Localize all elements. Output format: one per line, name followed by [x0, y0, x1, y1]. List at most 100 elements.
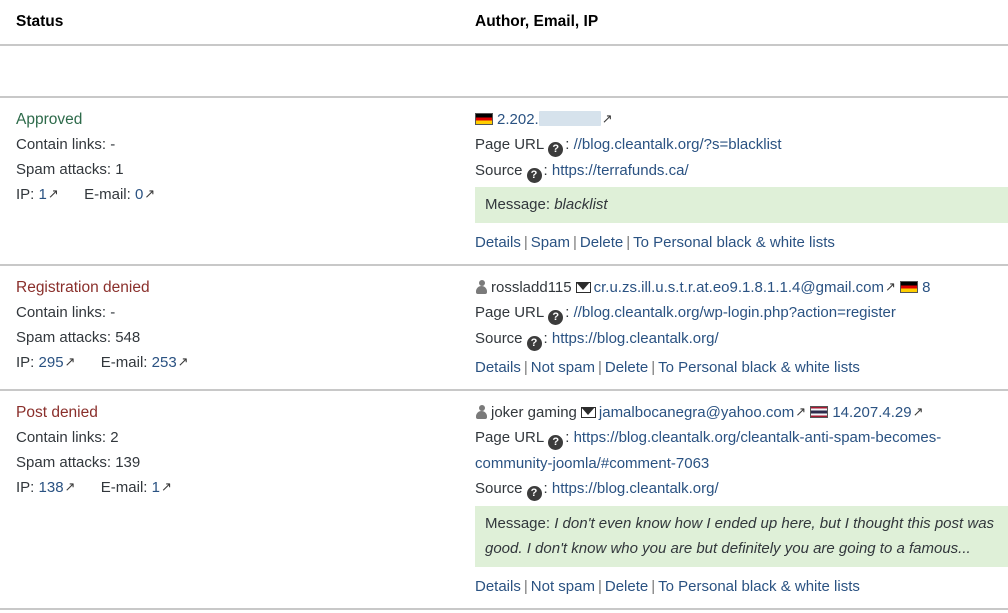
empty-cell-status — [0, 45, 465, 98]
country-flag-icon — [810, 406, 829, 418]
spam-attacks-line: Spam attacks: 548 — [16, 325, 465, 350]
email-count-link[interactable]: 1 — [152, 479, 160, 496]
envelope-icon — [580, 407, 596, 418]
table-row: Approved Contain links: - Spam attacks: … — [0, 97, 1008, 266]
external-link-icon: ↗ — [177, 354, 189, 369]
row-actions: Details | Spam | Delete | To Personal black & … — [475, 226, 1008, 255]
colon: : — [565, 304, 570, 321]
action-personal-lists[interactable]: To Personal black & white lists — [658, 578, 860, 595]
action-spam[interactable]: Spam — [531, 234, 570, 251]
author-email-link[interactable]: jamalbocanegra@yahoo.com — [599, 404, 794, 421]
spam-log-table: Status Author, Email, IP Approved Contai… — [0, 0, 1008, 610]
spam-attacks-value: 139 — [115, 454, 141, 471]
help-icon[interactable]: ? — [548, 435, 564, 450]
row-actions: Details | Not spam | Delete | To Personal blac… — [475, 570, 1008, 599]
ip-count-link[interactable]: 295 — [39, 354, 64, 371]
status-label: Registration denied — [16, 279, 150, 296]
author-identity-line: 2.202. ↗ — [475, 107, 1008, 132]
contain-links-label: Contain links: — [16, 304, 107, 321]
status-badge: Approved — [16, 107, 465, 132]
message-box: Message: blacklist — [475, 187, 1008, 223]
column-header-status: Status — [0, 0, 465, 46]
help-icon[interactable]: ? — [526, 486, 542, 501]
email-count-label: E-mail: — [84, 186, 131, 203]
source-url-link[interactable]: https://terrafunds.ca/ — [552, 162, 689, 179]
row-actions: Details | Not spam | Delete | To Personal blac… — [475, 351, 1008, 380]
email-count-link[interactable]: 0 — [135, 186, 143, 203]
help-icon[interactable]: ? — [548, 310, 564, 325]
contain-links-line: Contain links: - — [16, 132, 465, 157]
action-delete[interactable]: Delete — [580, 234, 623, 251]
action-not-spam[interactable]: Not spam — [531, 578, 595, 595]
action-divider: | — [523, 234, 528, 251]
page-url-link[interactable]: https://blog.cleantalk.org/cleantalk-ant… — [475, 429, 941, 472]
person-icon — [475, 405, 488, 419]
action-delete[interactable]: Delete — [605, 359, 648, 376]
help-icon[interactable]: ? — [526, 335, 542, 351]
page-url-line: Page URL?: //blog.cleantalk.org/wp-login… — [475, 300, 1008, 326]
status-badge: Post denied — [16, 400, 465, 425]
contain-links-value: - — [110, 136, 116, 153]
page-url-link[interactable]: //blog.cleantalk.org/wp-login.php?action… — [574, 304, 896, 321]
ip-count-label: IP: — [16, 186, 35, 203]
author-name: rossladd115 — [491, 279, 572, 296]
external-link-icon: ↗ — [47, 186, 59, 201]
action-details[interactable]: Details — [475, 359, 521, 376]
table-header: Status Author, Email, IP — [0, 0, 1008, 46]
action-details[interactable]: Details — [475, 578, 521, 595]
message-label: Message: — [485, 196, 551, 213]
action-divider: | — [597, 577, 602, 595]
status-label: Approved — [16, 111, 83, 128]
column-header-author: Author, Email, IP — [465, 0, 1008, 46]
ip-email-counts-line: IP: 1↗ E-mail: 0↗ — [16, 182, 465, 207]
ip-email-counts-line: IP: 138↗ E-mail: 1↗ — [16, 475, 465, 500]
action-personal-lists[interactable]: To Personal black & white lists — [633, 234, 835, 251]
action-divider: | — [523, 577, 528, 595]
author-cell: 2.202. ↗ Page URL?: //blog.cleantalk.org/… — [465, 97, 1008, 266]
action-personal-lists[interactable]: To Personal black & white lists — [658, 359, 860, 376]
ip-email-counts-line: IP: 295↗ E-mail: 253↗ — [16, 350, 465, 375]
status-cell: Post denied Contain links: 2 Spam attack… — [0, 390, 465, 610]
source-label: Source — [475, 329, 523, 347]
external-link-icon: ↗ — [601, 111, 613, 126]
colon: : — [543, 329, 548, 347]
email-count-label: E-mail: — [100, 479, 148, 496]
help-icon[interactable]: ? — [526, 167, 542, 183]
source-label: Source — [475, 161, 523, 179]
source-line: Source?: https://terrafunds.ca/ — [475, 158, 1008, 184]
action-divider: | — [523, 359, 528, 376]
empty-row — [0, 45, 1008, 98]
author-cell: joker gaming jamalbocanegra@yahoo.com↗ 14… — [465, 390, 1008, 610]
country-flag-icon — [475, 113, 493, 125]
ip-address-link[interactable]: 2.202. — [497, 111, 539, 128]
page-url-label: Page URL — [475, 429, 545, 446]
author-identity-line: joker gaming jamalbocanegra@yahoo.com↗ 14… — [475, 400, 1008, 425]
page-url-link[interactable]: //blog.cleantalk.org/?s=blacklist — [574, 136, 782, 153]
action-details[interactable]: Details — [475, 234, 521, 251]
source-url-link[interactable]: https://blog.cleantalk.org/ — [552, 480, 719, 497]
external-link-icon: ↗ — [64, 479, 76, 494]
colon: : — [565, 136, 570, 153]
page-url-label: Page URL — [475, 304, 545, 321]
external-link-icon: ↗ — [64, 354, 76, 369]
action-delete[interactable]: Delete — [605, 578, 648, 595]
contain-links-label: Contain links: — [16, 136, 107, 153]
source-url-link[interactable]: https://blog.cleantalk.org/ — [552, 330, 719, 347]
ip-address-link[interactable]: 14.207.4.29 — [832, 404, 911, 421]
ip-address-link[interactable]: 8 — [922, 279, 930, 296]
source-line: Source?: https://blog.cleantalk.org/ — [475, 476, 1008, 502]
external-link-icon: ↗ — [160, 479, 172, 494]
ip-count-link[interactable]: 1 — [39, 186, 47, 203]
help-icon[interactable]: ? — [548, 142, 564, 157]
person-icon — [475, 280, 488, 294]
email-count-link[interactable]: 253 — [152, 354, 177, 371]
action-not-spam[interactable]: Not spam — [531, 359, 595, 376]
page-url-line: Page URL?: //blog.cleantalk.org/?s=black… — [475, 132, 1008, 158]
ip-count-link[interactable]: 138 — [39, 479, 64, 496]
author-email-link[interactable]: cr.u.zs.ill.u.s.t.r.at.eo9.1.8.1.1.4@gma… — [594, 279, 884, 296]
author-name: joker gaming — [491, 404, 577, 421]
contain-links-value: 2 — [110, 429, 119, 446]
spam-attacks-line: Spam attacks: 139 — [16, 450, 465, 475]
table-row: Post denied Contain links: 2 Spam attack… — [0, 390, 1008, 610]
status-label: Post denied — [16, 404, 98, 421]
